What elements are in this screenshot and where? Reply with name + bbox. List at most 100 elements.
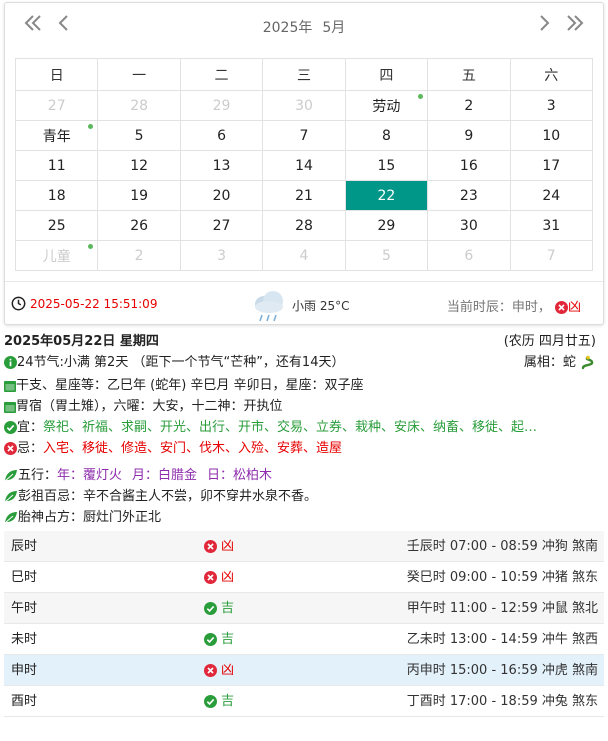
hour-luck: 吉: [204, 593, 234, 624]
lunar-date: (农历 四月廿五): [503, 334, 596, 349]
check-circle-icon: [204, 695, 217, 708]
day-label: 8: [381, 127, 391, 144]
date-title: 2025年05月22日 星期四: [4, 334, 159, 349]
calendar-day[interactable]: 2: [97, 240, 181, 271]
day-label: 3: [546, 97, 556, 114]
hours-table: 辰时凶壬辰时 07:00 - 08:59 冲狗 煞南 巳时凶癸巳时 09:00 -…: [4, 531, 604, 717]
hour-name: 未时: [11, 632, 38, 647]
calendar-day[interactable]: 27: [179, 210, 264, 241]
xiusu-text: 胃宿（胃土雉），六曜：大安，十二神：开执位: [16, 399, 283, 414]
calendar-day[interactable]: 28: [97, 90, 181, 121]
hour-detail: 乙未时 13:00 - 14:59 冲牛 煞西: [406, 632, 598, 647]
rain-cloud-icon: [255, 291, 283, 322]
ganzhi-row: 干支、星座等：乙巳年 (蛇年) 辛巳月 辛卯日，星座：双子座: [4, 375, 604, 396]
double-chevron-right-icon: [567, 15, 584, 31]
weather-text: 小雨 25°C: [292, 299, 350, 313]
calendar-day[interactable]: 20: [179, 180, 264, 211]
day-label: 30: [459, 217, 478, 234]
calendar-day[interactable]: 劳动: [344, 90, 429, 121]
check-circle-icon: [204, 602, 217, 615]
calendar-day[interactable]: 7: [262, 120, 346, 151]
calendar-day[interactable]: 25: [14, 210, 99, 241]
day-label: 10: [542, 127, 561, 144]
calendar-day[interactable]: 10: [509, 120, 594, 151]
status-bar: 2025-05-22 15:51:09 小雨 25°C 当前时辰：申时， 凶: [5, 281, 603, 325]
calendar-title[interactable]: 2025年 5月: [5, 17, 603, 37]
calendar-day[interactable]: 30: [262, 90, 346, 121]
hour-luck: 凶: [204, 562, 234, 593]
day-label: 21: [295, 187, 313, 204]
hour-detail: 癸巳时 09:00 - 10:59 冲猪 煞东: [406, 570, 598, 585]
chevron-right-icon: [540, 15, 550, 31]
jieqi-row: 24节气:小满 第2天 （距下一个节气“芒种”，还有14天） 属相：蛇: [4, 352, 604, 373]
next-year-button[interactable]: [565, 13, 585, 41]
hour-name: 辰时: [11, 539, 38, 554]
month-label[interactable]: 5月: [322, 20, 345, 36]
ganzhi-text: 干支、星座等：乙巳年 (蛇年) 辛巳月 辛卯日，星座：双子座: [16, 378, 364, 393]
calendar-day[interactable]: 24: [509, 180, 594, 211]
hour-detail: 甲午时 11:00 - 12:59 冲鼠 煞北: [406, 601, 598, 616]
day-label: 6: [217, 127, 227, 144]
calendar-day[interactable]: 13: [179, 150, 264, 181]
pengzu-row: 彭祖百忌：辛不合酱主人不尝，卯不穿井水泉不香。: [4, 486, 604, 507]
day-label: 17: [542, 157, 561, 174]
calendar-day[interactable]: 28: [262, 210, 346, 241]
calendar-day[interactable]: 16: [427, 150, 511, 181]
day-label: 20: [212, 187, 231, 204]
calendar-day[interactable]: 14: [262, 150, 346, 181]
weekday-label: 四: [344, 58, 429, 91]
calendar-day[interactable]: 15: [344, 150, 429, 181]
calendar-day[interactable]: 26: [97, 210, 181, 241]
calendar-day[interactable]: 4: [262, 240, 346, 271]
xiusu-row: 胃宿（胃土雉），六曜：大安，十二神：开执位: [4, 396, 604, 417]
calendar-day[interactable]: 17: [509, 150, 594, 181]
calendar-day[interactable]: 21: [262, 180, 346, 211]
calendar-day[interactable]: 9: [427, 120, 511, 151]
hour-detail: 壬辰时 07:00 - 08:59 冲狗 煞南: [406, 539, 598, 554]
year-label[interactable]: 2025年: [263, 20, 313, 36]
calendar-day[interactable]: 18: [14, 180, 99, 211]
calendar-card: 2025年 5月 日一二三四五六 27 28 29 30 劳动 2 3 青年 5 6 7 8 9 10 11 1…: [4, 2, 604, 325]
calendar-day[interactable]: 6: [179, 120, 264, 151]
calendar-day[interactable]: 23: [427, 180, 511, 211]
calendar-day[interactable]: 31: [509, 210, 594, 241]
weekday-label: 五: [427, 58, 511, 91]
calendar-day[interactable]: 29: [179, 90, 264, 121]
calendar-day[interactable]: 7: [509, 240, 594, 271]
day-label: 26: [130, 217, 149, 234]
date-row: 2025年05月22日 星期四 (农历 四月廿五): [4, 331, 604, 352]
calendar-day[interactable]: 5: [344, 240, 429, 271]
calendar-day[interactable]: 19: [97, 180, 181, 211]
calendar-week: 儿童 2 3 4 5 6 7: [14, 240, 594, 271]
hour-row-current: 申时 凶 丙申时 15:00 - 16:59 冲虎 煞南: [4, 655, 604, 686]
calendar-day[interactable]: 8: [344, 120, 429, 151]
calendar-day[interactable]: 2: [427, 90, 511, 121]
ji-label: 忌：: [17, 441, 44, 456]
calendar-day[interactable]: 6: [427, 240, 511, 271]
calendar-day[interactable]: 29: [344, 210, 429, 241]
hour-luck: 吉: [204, 686, 234, 717]
next-month-button[interactable]: [537, 13, 551, 41]
wuxing-day: 日：松柏木: [207, 468, 273, 483]
weekday-label: 一: [97, 58, 181, 91]
calendar-day[interactable]: 3: [179, 240, 264, 271]
calendar-day[interactable]: 青年: [14, 120, 99, 151]
calendar-day[interactable]: 12: [97, 150, 181, 181]
hour-name: 酉时: [11, 694, 38, 709]
day-label: 5: [381, 247, 391, 264]
calendar-day[interactable]: 5: [97, 120, 181, 151]
calendar-day[interactable]: 3: [509, 90, 594, 121]
day-label: 30: [295, 97, 313, 114]
current-datetime: 2025-05-22 15:51:09: [30, 297, 158, 311]
hour-luck-text: 吉: [221, 601, 235, 616]
calendar-day-selected[interactable]: 22: [344, 180, 429, 211]
calendar-day[interactable]: 30: [427, 210, 511, 241]
day-label: 劳动: [372, 98, 401, 115]
shichen-label: 当前时辰：申时，: [446, 300, 551, 315]
day-label: 9: [464, 127, 474, 144]
day-label: 11: [47, 157, 66, 174]
calendar-nav: 2025年 5月: [5, 3, 603, 51]
calendar-day[interactable]: 11: [14, 150, 99, 181]
calendar-day[interactable]: 儿童: [14, 240, 99, 271]
calendar-day[interactable]: 27: [14, 90, 99, 121]
